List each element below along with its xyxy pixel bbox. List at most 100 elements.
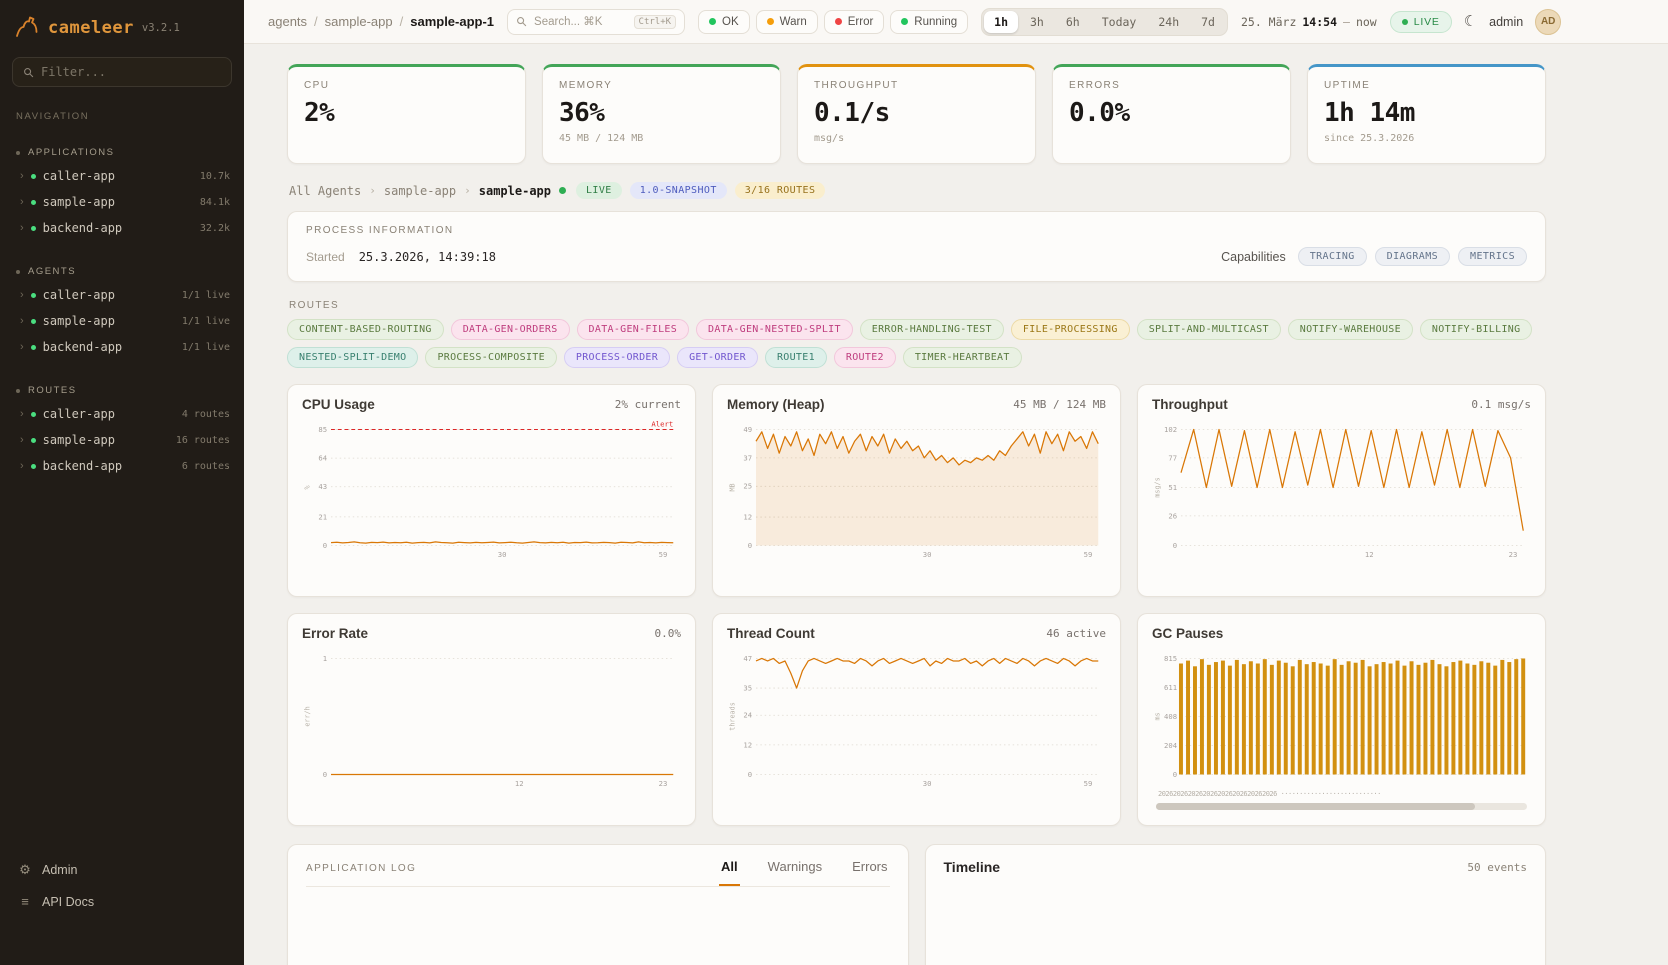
route-pill-content-based-routing[interactable]: CONTENT-BASED-ROUTING: [287, 319, 444, 340]
route-pill-get-order[interactable]: GET-ORDER: [677, 347, 758, 368]
stat-value: 36%: [559, 98, 764, 128]
breadcrumb-sample-app-1[interactable]: sample-app-1: [410, 14, 494, 29]
search-input[interactable]: [534, 16, 626, 28]
breadcrumb-sample-app[interactable]: sample-app: [325, 14, 393, 29]
time-range-6h[interactable]: 6h: [1056, 11, 1090, 33]
svg-text:24: 24: [743, 711, 752, 720]
chart-plot: 0204408611815ms: [1152, 643, 1531, 790]
section-header-agents[interactable]: AGENTS: [0, 263, 244, 282]
log-tab-all[interactable]: All: [719, 859, 740, 886]
search-icon: [516, 16, 527, 27]
sidebar-footer-admin[interactable]: ⚙ Admin: [0, 854, 244, 886]
route-pill-data-gen-nested-split[interactable]: DATA-GEN-NESTED-SPLIT: [696, 319, 853, 340]
filter-label: Running: [914, 16, 957, 28]
agent-crumb-all-agents[interactable]: All Agents: [289, 184, 361, 198]
status-filter-warn[interactable]: Warn: [756, 10, 818, 34]
section-header-routes[interactable]: ROUTES: [0, 382, 244, 401]
process-info-row: Started 25.3.2026, 14:39:18 Capabilities…: [306, 247, 1527, 266]
chart-plot: 0122435473059threads: [727, 643, 1106, 790]
time-range-3h[interactable]: 3h: [1020, 11, 1054, 33]
svg-text:MB: MB: [729, 483, 737, 491]
sidebar-item-applications-caller-app[interactable]: › caller-app 10.7k: [0, 163, 244, 189]
app-logo[interactable]: cameleer v3.2.1: [0, 0, 244, 53]
sidebar-item-applications-sample-app[interactable]: › sample-app 84.1k: [0, 189, 244, 215]
sidebar-item-agents-backend-app[interactable]: › backend-app 1/1 live: [0, 334, 244, 360]
sidebar-item-applications-backend-app[interactable]: › backend-app 32.2k: [0, 215, 244, 241]
svg-text:0: 0: [748, 770, 752, 779]
chart-card-memory-heap: Memory (Heap) 45 MB / 124 MB 01225374930…: [712, 384, 1121, 597]
status-filter-running[interactable]: Running: [890, 10, 968, 34]
route-pill-timer-heartbeat[interactable]: TIMER-HEARTBEAT: [903, 347, 1022, 368]
stat-sub: since 25.3.2026: [1324, 133, 1529, 144]
time-label: 14:54: [1302, 15, 1337, 29]
log-tab-errors[interactable]: Errors: [850, 859, 889, 886]
sidebar-item-agents-caller-app[interactable]: › caller-app 1/1 live: [0, 282, 244, 308]
svg-text:204: 204: [1164, 741, 1178, 750]
svg-text:1: 1: [323, 654, 327, 663]
date-label: 25. März: [1241, 15, 1296, 29]
stat-sub: msg/s: [814, 133, 1019, 144]
chart-plot: 02651771021223msg/s: [1152, 414, 1531, 561]
log-tab-warnings[interactable]: Warnings: [766, 859, 824, 886]
route-pill-data-gen-files[interactable]: DATA-GEN-FILES: [577, 319, 690, 340]
breadcrumb-agents[interactable]: agents: [268, 14, 307, 29]
stat-value: 2%: [304, 98, 509, 128]
time-range-7d[interactable]: 7d: [1191, 11, 1225, 33]
route-pill-route1[interactable]: ROUTE1: [765, 347, 827, 368]
chevron-right-icon: ›: [20, 222, 24, 234]
date-range[interactable]: 25. März 14:54 — now: [1241, 15, 1377, 29]
agent-crumb-sample-app[interactable]: sample-app: [384, 184, 456, 198]
chart-card-thread-count: Thread Count 46 active 0122435473059thre…: [712, 613, 1121, 826]
sidebar-filter[interactable]: [12, 57, 232, 87]
chevron-right-icon: ›: [20, 434, 24, 446]
section-header-applications[interactable]: APPLICATIONS: [0, 144, 244, 163]
time-range-today[interactable]: Today: [1092, 11, 1147, 33]
global-search[interactable]: Ctrl+K: [507, 9, 685, 35]
theme-toggle-button[interactable]: ☾: [1464, 14, 1477, 29]
svg-text:25: 25: [743, 482, 752, 491]
section-collapse-icon: [16, 389, 20, 393]
chart-scrollbar[interactable]: [1156, 803, 1527, 810]
route-pill-file-processing[interactable]: FILE-PROCESSING: [1011, 319, 1130, 340]
sidebar-item-routes-caller-app[interactable]: › caller-app 4 routes: [0, 401, 244, 427]
footer-label: API Docs: [42, 895, 94, 909]
status-filter-ok[interactable]: OK: [698, 10, 750, 34]
sidebar-footer-api-docs[interactable]: ≡ API Docs: [0, 886, 244, 917]
svg-text:37: 37: [743, 453, 752, 462]
route-pill-process-composite[interactable]: PROCESS-COMPOSITE: [425, 347, 556, 368]
time-range-1h[interactable]: 1h: [984, 11, 1018, 33]
status-filter-error[interactable]: Error: [824, 10, 885, 34]
route-pill-notify-billing[interactable]: NOTIFY-BILLING: [1420, 319, 1533, 340]
agent-badge-live: LIVE: [576, 182, 622, 199]
scrollbar-thumb[interactable]: [1156, 803, 1475, 810]
sidebar-item-routes-sample-app[interactable]: › sample-app 16 routes: [0, 427, 244, 453]
route-pill-nested-split-demo[interactable]: NESTED-SPLIT-DEMO: [287, 347, 418, 368]
breadcrumb-separator: /: [400, 14, 404, 29]
app-title: cameleer: [48, 18, 134, 38]
application-log-card: APPLICATION LOG AllWarningsErrors: [287, 844, 909, 965]
route-pill-notify-warehouse[interactable]: NOTIFY-WAREHOUSE: [1288, 319, 1413, 340]
route-pill-split-and-multicast[interactable]: SPLIT-AND-MULTICAST: [1137, 319, 1281, 340]
time-range-24h[interactable]: 24h: [1148, 11, 1189, 33]
avatar[interactable]: AD: [1535, 9, 1561, 35]
svg-text:26: 26: [1168, 511, 1177, 520]
chart-current-value: 45 MB / 124 MB: [1013, 398, 1106, 411]
chart-title: Memory (Heap): [727, 397, 825, 412]
svg-text:43: 43: [318, 482, 327, 491]
process-info-title: PROCESS INFORMATION: [306, 225, 1527, 236]
status-dot: [767, 18, 774, 25]
filter-input[interactable]: [41, 65, 221, 79]
route-pill-data-gen-orders[interactable]: DATA-GEN-ORDERS: [451, 319, 570, 340]
sidebar-item-routes-backend-app[interactable]: › backend-app 6 routes: [0, 453, 244, 479]
route-pill-route2[interactable]: ROUTE2: [834, 347, 896, 368]
stat-value: 0.0%: [1069, 98, 1274, 128]
chart-card-error-rate: Error Rate 0.0% 011223err/h: [287, 613, 696, 826]
sidebar-item-agents-sample-app[interactable]: › sample-app 1/1 live: [0, 308, 244, 334]
route-pill-error-handling-test[interactable]: ERROR-HANDLING-TEST: [860, 319, 1004, 340]
status-dot: [31, 319, 36, 324]
svg-text:59: 59: [659, 550, 668, 559]
sidebar-sections: APPLICATIONS › caller-app 10.7k › sample…: [0, 122, 244, 479]
agent-crumb-sample-app[interactable]: sample-app: [479, 184, 551, 198]
search-icon: [23, 67, 34, 78]
route-pill-process-order[interactable]: PROCESS-ORDER: [564, 347, 670, 368]
